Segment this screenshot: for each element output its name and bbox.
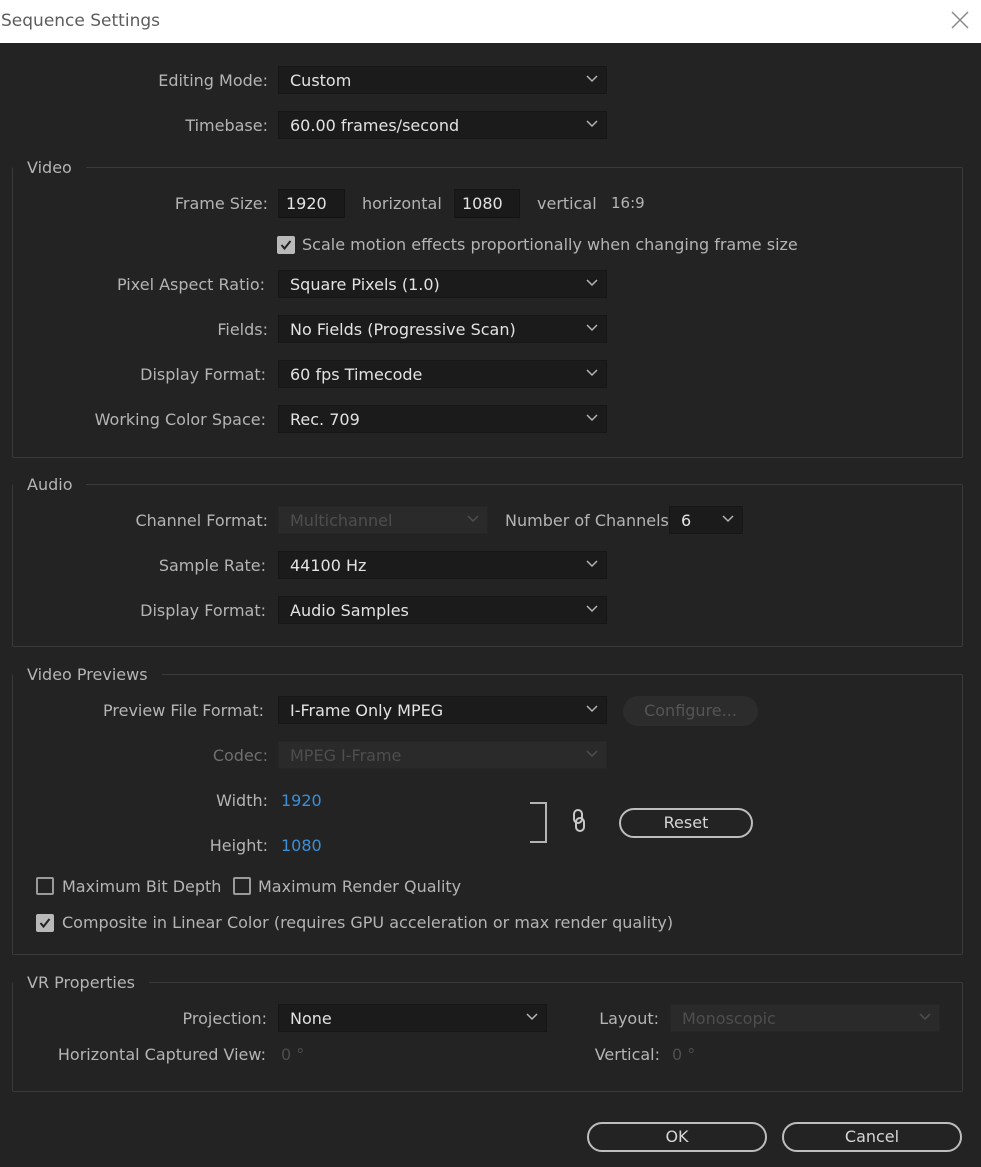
layout-label: Layout: (599, 1009, 659, 1028)
chevron-down-icon (586, 705, 598, 713)
video-display-format-value: 60 fps Timecode (290, 365, 423, 384)
vertical-view-value: 0 ° (672, 1045, 696, 1064)
vertical-label: vertical (537, 194, 597, 213)
preview-file-format-value: I-Frame Only MPEG (290, 701, 444, 720)
dialog-title: Sequence Settings (1, 11, 160, 31)
layout-dropdown: Monoscopic (670, 1004, 940, 1032)
sample-rate-dropdown[interactable]: 44100 Hz (278, 551, 607, 579)
sample-rate-label: Sample Rate: (158, 556, 266, 575)
audio-display-format-value: Audio Samples (290, 601, 409, 620)
chevron-down-icon (722, 515, 734, 523)
timebase-label: Timebase: (185, 116, 268, 135)
scale-motion-checkbox[interactable] (277, 236, 295, 254)
chevron-down-icon (586, 414, 598, 422)
projection-dropdown[interactable]: None (278, 1004, 547, 1032)
codec-value: MPEG I-Frame (290, 746, 402, 765)
vr-properties-group (12, 982, 963, 1092)
codec-dropdown: MPEG I-Frame (278, 741, 607, 769)
chevron-down-icon (586, 750, 598, 758)
horizontal-captured-view-value: 0 ° (281, 1045, 305, 1064)
title-bar: Sequence Settings (0, 0, 981, 43)
frame-width-input[interactable] (278, 189, 345, 218)
max-render-quality-checkbox[interactable] (233, 877, 251, 895)
reset-button[interactable]: Reset (619, 808, 753, 838)
layout-value: Monoscopic (682, 1009, 776, 1028)
fields-dropdown[interactable]: No Fields (Progressive Scan) (278, 315, 607, 343)
chevron-down-icon (586, 75, 598, 83)
fields-label: Fields: (217, 320, 268, 339)
vr-properties-group-title: VR Properties (13, 973, 150, 992)
configure-button: Configure... (623, 696, 758, 726)
number-of-channels-value: 6 (681, 511, 692, 530)
number-of-channels-label: Number of Channels: (505, 511, 675, 530)
codec-label: Codec: (212, 746, 268, 765)
link-chain-icon[interactable] (571, 808, 587, 834)
scale-motion-label: Scale motion effects proportionally when… (302, 235, 798, 254)
channel-format-value: Multichannel (290, 511, 393, 530)
preview-file-format-label: Preview File Format: (103, 701, 264, 720)
audio-group-title: Audio (13, 475, 87, 494)
composite-linear-checkbox[interactable] (36, 914, 54, 932)
chevron-down-icon (467, 515, 479, 523)
channel-format-dropdown: Multichannel (278, 506, 488, 534)
audio-display-format-dropdown[interactable]: Audio Samples (278, 596, 607, 624)
video-display-format-label: Display Format: (140, 365, 266, 384)
pixel-aspect-ratio-value: Square Pixels (1.0) (290, 275, 440, 294)
chevron-down-icon (586, 279, 598, 287)
width-value[interactable]: 1920 (281, 791, 322, 810)
max-bit-depth-checkbox[interactable] (36, 877, 54, 895)
width-label: Width: (216, 791, 268, 810)
close-icon[interactable] (950, 10, 970, 30)
audio-display-format-label: Display Format: (140, 601, 266, 620)
number-of-channels-dropdown[interactable]: 6 (669, 506, 743, 534)
vertical-view-label: Vertical: (594, 1045, 660, 1064)
height-value[interactable]: 1080 (281, 836, 322, 855)
chevron-down-icon (586, 605, 598, 613)
chevron-down-icon (586, 120, 598, 128)
pixel-aspect-ratio-dropdown[interactable]: Square Pixels (1.0) (278, 270, 607, 298)
chevron-down-icon (586, 324, 598, 332)
pixel-aspect-ratio-label: Pixel Aspect Ratio: (117, 275, 265, 294)
chevron-down-icon (586, 560, 598, 568)
horizontal-label: horizontal (362, 194, 442, 213)
horizontal-captured-view-label: Horizontal Captured View: (57, 1045, 266, 1064)
aspect-ratio-text: 16:9 (611, 194, 645, 212)
video-display-format-dropdown[interactable]: 60 fps Timecode (278, 360, 607, 388)
video-previews-group-title: Video Previews (13, 665, 162, 684)
max-bit-depth-label: Maximum Bit Depth (62, 877, 222, 896)
projection-value: None (290, 1009, 332, 1028)
sample-rate-value: 44100 Hz (290, 556, 367, 575)
composite-linear-label: Composite in Linear Color (requires GPU … (62, 913, 674, 932)
editing-mode-label: Editing Mode: (158, 71, 268, 90)
timebase-value: 60.00 frames/second (290, 116, 460, 135)
frame-size-label: Frame Size: (174, 194, 268, 213)
editing-mode-value: Custom (290, 71, 352, 90)
video-group-title: Video (13, 158, 86, 177)
working-color-space-label: Working Color Space: (94, 410, 266, 429)
fields-value: No Fields (Progressive Scan) (290, 320, 516, 339)
max-render-quality-label: Maximum Render Quality (258, 877, 462, 896)
ok-button[interactable]: OK (587, 1122, 767, 1152)
projection-label: Projection: (182, 1009, 267, 1028)
preview-file-format-dropdown[interactable]: I-Frame Only MPEG (278, 696, 607, 724)
frame-height-input[interactable] (454, 189, 520, 218)
bracket-icon (530, 802, 547, 843)
cancel-button[interactable]: Cancel (782, 1122, 962, 1152)
editing-mode-dropdown[interactable]: Custom (278, 66, 607, 94)
checkmark-icon (280, 240, 292, 251)
chevron-down-icon (526, 1013, 538, 1021)
checkmark-icon (39, 918, 51, 929)
timebase-dropdown[interactable]: 60.00 frames/second (278, 111, 607, 139)
chevron-down-icon (919, 1013, 931, 1021)
chevron-down-icon (586, 369, 598, 377)
working-color-space-dropdown[interactable]: Rec. 709 (278, 405, 607, 433)
height-label: Height: (209, 836, 268, 855)
channel-format-label: Channel Format: (135, 511, 268, 530)
working-color-space-value: Rec. 709 (290, 410, 360, 429)
